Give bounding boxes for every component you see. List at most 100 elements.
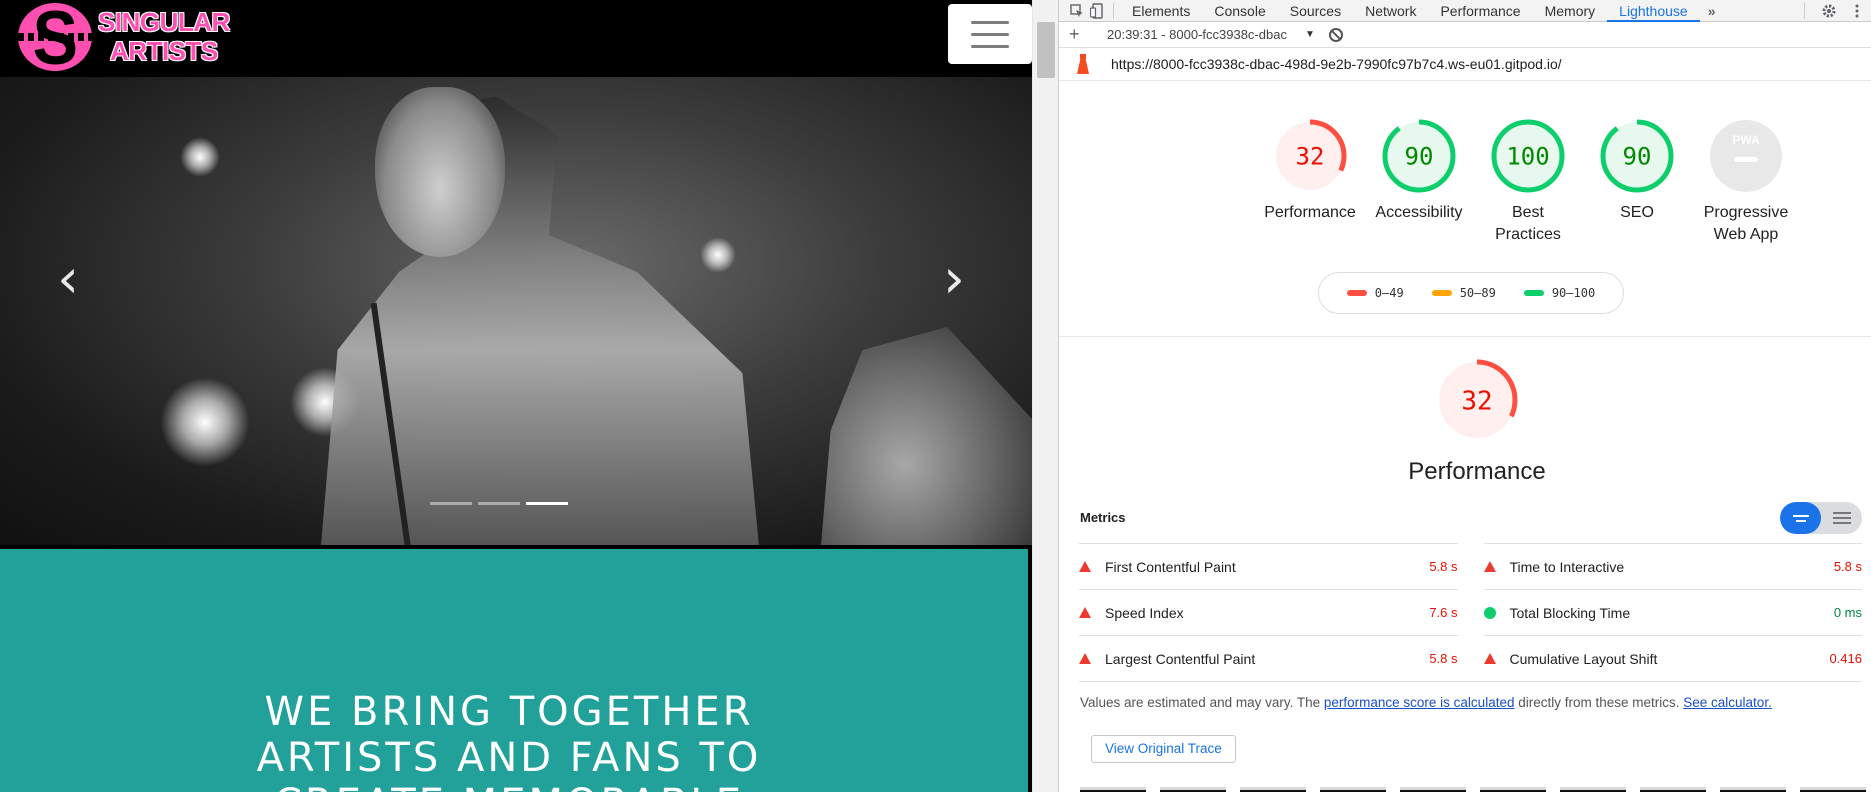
metrics-view-toggle[interactable]: [1780, 502, 1862, 534]
legend-swatch: [1346, 290, 1367, 296]
legend-item: 50–89: [1431, 286, 1496, 300]
stage-light: [700, 237, 736, 273]
site-logo[interactable]: SINGULAR ARTISTS: [18, 2, 230, 72]
logo-text: SINGULAR ARTISTS: [98, 8, 230, 66]
scrollbar-thumb[interactable]: [1037, 22, 1055, 78]
metric-status: [1079, 607, 1105, 618]
fail-triangle-icon: [1483, 653, 1496, 664]
category-progressive-web-app[interactable]: PWA Progressive Web App: [1691, 118, 1801, 246]
vertical-dots-icon[interactable]: [1847, 1, 1867, 21]
performance-score: 32: [1296, 143, 1325, 171]
metric-name: First Contentful Paint: [1105, 558, 1236, 575]
category-accessibility[interactable]: 90 Accessibility: [1364, 118, 1474, 224]
metric-value: 0.416: [1829, 651, 1862, 666]
report-url[interactable]: https://8000-fcc3938c-dbac-498d-9e2b-799…: [1111, 56, 1562, 72]
devtools-right-controls: [1798, 0, 1871, 22]
carousel-indicators: [430, 502, 568, 505]
hero-guitarist-image: [820, 327, 1032, 545]
category-gauges: 0–49 50–89 90–100 32 Performance 90 Accessibi…: [1059, 82, 1871, 337]
toolbar-divider: [1804, 3, 1805, 19]
metric-status: [1079, 653, 1105, 664]
tab-memory[interactable]: Memory: [1533, 0, 1608, 22]
carousel-indicator[interactable]: [526, 502, 568, 505]
legend-range: 90–100: [1551, 286, 1596, 300]
category-performance[interactable]: 32 Performance: [1255, 118, 1365, 224]
metric-largest-contentful-paint: Largest Contentful Paint 5.8 s: [1079, 635, 1458, 681]
category-label-line: Progressive: [1703, 204, 1789, 221]
score-calculated-link[interactable]: performance score is calculated: [1324, 695, 1515, 710]
category-label: Accessibility: [1364, 202, 1474, 224]
metric-status: [1483, 561, 1510, 572]
devtools-tabs: Elements Console Sources Network Performance…: [1120, 0, 1700, 22]
page-scrollbar[interactable]: [1032, 0, 1058, 792]
tab-elements[interactable]: Elements: [1120, 0, 1202, 22]
report-selector-value: 20:39:31 - 8000-fcc3938c-dbac: [1107, 27, 1287, 42]
more-tabs-icon[interactable]: »: [1702, 1, 1722, 21]
carousel-indicator[interactable]: [478, 502, 520, 505]
hamburger-line: [971, 20, 1009, 24]
tab-network[interactable]: Network: [1353, 0, 1428, 22]
device-toolbar-icon[interactable]: [1087, 1, 1107, 21]
tagline-line: WE BRING TOGETHER: [264, 689, 754, 735]
metric-status: [1483, 653, 1510, 664]
category-label-line: Web App: [1713, 226, 1779, 243]
hamburger-menu-button[interactable]: [948, 4, 1032, 64]
category-label-line: Performance: [1264, 204, 1356, 221]
metric-value: 7.6 s: [1429, 605, 1458, 620]
estimate-note-prefix: Values are estimated and may vary. The: [1080, 695, 1324, 710]
lighthouse-toolbar: + 20:39:31 - 8000-fcc3938c-dbac ▼: [1059, 22, 1871, 48]
stage-light: [180, 137, 220, 177]
expanded-view-icon[interactable]: [1821, 502, 1862, 534]
metric-status: [1079, 561, 1105, 572]
legend-range: 0–49: [1374, 286, 1404, 300]
performance-big-gauge: 32: [1429, 358, 1525, 447]
toolbar-divider: [1113, 2, 1114, 19]
pwa-badge-text: PWA: [1732, 133, 1760, 147]
see-calculator-link[interactable]: See calculator.: [1683, 695, 1772, 710]
summary-view-icon[interactable]: [1780, 502, 1821, 534]
legend-item: 0–49: [1346, 286, 1404, 300]
metric-status: [1483, 606, 1510, 619]
carousel-indicator[interactable]: [430, 502, 472, 505]
metrics-divider: [1079, 681, 1862, 682]
performance-big-gauge-icon: 32: [1436, 359, 1518, 441]
tab-console[interactable]: Console: [1202, 0, 1277, 22]
category-seo[interactable]: 90 SEO: [1582, 118, 1692, 224]
view-original-trace-button[interactable]: View Original Trace: [1091, 735, 1236, 763]
filmstrip: [1080, 787, 1866, 792]
inspect-element-icon[interactable]: [1067, 1, 1087, 21]
metric-value: 5.8 s: [1429, 651, 1458, 666]
performance-gauge-icon: 32: [1273, 119, 1347, 193]
logo-text-line1: SINGULAR: [98, 7, 230, 37]
gear-icon[interactable]: [1819, 1, 1839, 21]
metrics-grid: First Contentful Paint 5.8 s Time to Inter…: [1079, 543, 1862, 681]
legend-swatch: [1523, 290, 1544, 296]
filmstrip-frame: [1160, 787, 1226, 792]
tab-performance[interactable]: Performance: [1428, 0, 1532, 22]
intro-section: WE BRING TOGETHERARTISTS AND FANS TOCREA…: [0, 549, 1028, 792]
lighthouse-logo-icon: [1075, 54, 1091, 74]
metric-name: Speed Index: [1105, 604, 1184, 621]
metric-time-to-interactive: Time to Interactive 5.8 s: [1483, 543, 1862, 589]
pass-circle-icon: [1483, 606, 1496, 619]
metric-first-contentful-paint: First Contentful Paint 5.8 s: [1079, 543, 1458, 589]
tab-lighthouse[interactable]: Lighthouse: [1607, 0, 1700, 22]
tab-sources[interactable]: Sources: [1278, 0, 1353, 22]
tagline-line: CREATE MEMORABLE: [0, 781, 1018, 792]
category-label: Best Practices: [1473, 202, 1583, 246]
pwa-dash: [1734, 157, 1758, 162]
carousel-prev-button[interactable]: ‹: [48, 249, 88, 309]
metrics-heading: Metrics: [1080, 510, 1126, 525]
category-best-practices[interactable]: 100 Best Practices: [1473, 118, 1583, 246]
carousel-next-button[interactable]: ›: [934, 249, 974, 309]
report-selector[interactable]: 20:39:31 - 8000-fcc3938c-dbac: [1107, 27, 1305, 42]
metric-value: 0 ms: [1833, 605, 1862, 620]
legend-range: 50–89: [1459, 286, 1496, 300]
plus-icon[interactable]: +: [1069, 24, 1085, 45]
website-viewport: SINGULAR ARTISTS ‹ › WE BRING TOGETHERAR…: [0, 0, 1032, 792]
chevron-down-icon[interactable]: ▼: [1305, 29, 1315, 40]
fail-triangle-icon: [1483, 561, 1496, 572]
metric-value: 5.8 s: [1833, 559, 1862, 574]
clear-icon[interactable]: [1328, 27, 1343, 42]
filmstrip-frame: [1800, 787, 1866, 792]
